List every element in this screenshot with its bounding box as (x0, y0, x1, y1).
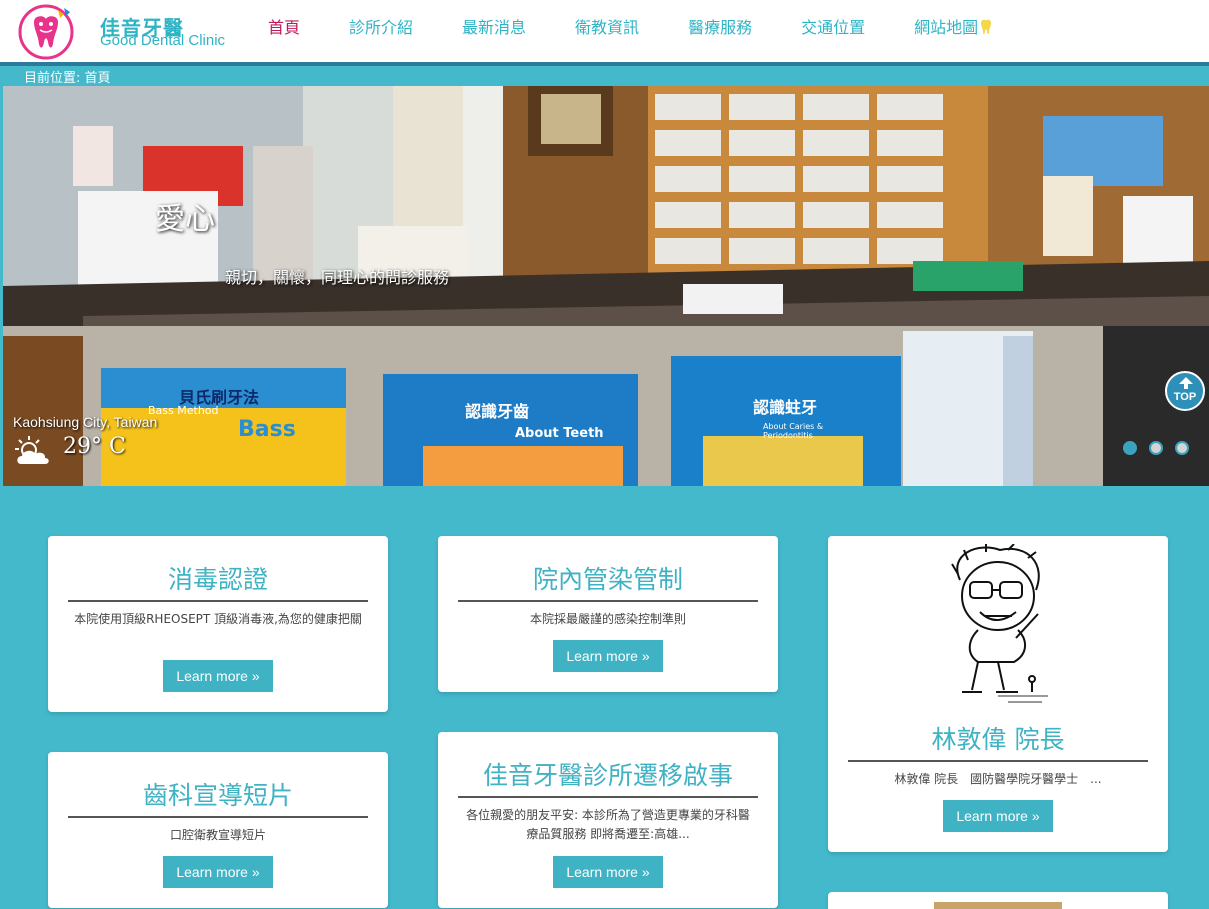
card-text: 口腔衛教宣導短片 (169, 828, 266, 842)
director-caricature-image (938, 544, 1060, 710)
breadcrumb-bar: 目前位置: 首頁 (0, 66, 1209, 86)
main-nav: 首頁 診所介紹 最新消息 衛教資訊 醫療服務 交通位置 網站地圖 (252, 0, 1025, 58)
nav-clinic-intro[interactable]: 診所介紹 (333, 0, 446, 58)
nav-transportation[interactable]: 交通位置 (785, 0, 898, 58)
card-disinfection: 消毒認證 本院使用頂級RHEOSEPT 頂級消毒液,為您的健康把關 Learn … (48, 536, 388, 712)
learn-more-button[interactable]: Learn more » (163, 856, 273, 888)
card-title: 院內管染管制 (458, 560, 758, 602)
nav-health-education[interactable]: 衛教資訊 (559, 0, 672, 58)
arrow-up-icon (1179, 377, 1193, 389)
card-text: 各位親愛的朋友平安: 本診所為了營造更專業的牙科醫療品質服務 即將喬遷至:高雄.… (466, 808, 750, 841)
card-partial-image (934, 902, 1062, 909)
card-text: 本院採最嚴謹的感染控制準則 (529, 612, 686, 626)
nav-home[interactable]: 首頁 (252, 0, 333, 58)
partly-cloudy-icon (15, 436, 49, 464)
card-title: 消毒認證 (68, 560, 368, 602)
hero-image (3, 86, 1209, 486)
poster-caries-title: 認識蛀牙 (753, 398, 818, 417)
logo[interactable]: 佳音牙醫 Good Dental Clinic (14, 2, 254, 60)
slider-dot-3[interactable] (1175, 441, 1189, 455)
slider-dots (1123, 441, 1189, 455)
card-title: 佳音牙醫診所遷移啟事 (458, 756, 758, 798)
card-text: 本院使用頂級RHEOSEPT 頂級消毒液,為您的健康把關 (74, 612, 362, 626)
card-infection-control: 院內管染管制 本院採最嚴謹的感染控制準則 Learn more » (438, 536, 778, 692)
hero-slider[interactable]: 貝氏刷牙法 Bass Method Bass 認識牙齒 About Teeth … (3, 86, 1209, 486)
learn-more-button[interactable]: Learn more » (553, 856, 663, 888)
nav-latest-news[interactable]: 最新消息 (446, 0, 559, 58)
card-title: 齒科宣導短片 (68, 776, 368, 818)
site-header: 佳音牙醫 Good Dental Clinic 首頁 診所介紹 最新消息 衛教資… (0, 0, 1209, 62)
nav-medical-services[interactable]: 醫療服務 (672, 0, 785, 58)
card-partial (828, 892, 1168, 909)
hero-caption-title: 愛心 (155, 202, 215, 237)
tooth-logo-icon (18, 4, 74, 60)
poster-about-teeth-title: 認識牙齒 (465, 402, 530, 421)
back-to-top-label: TOP (1173, 391, 1197, 403)
hero-caption-text: 親切，關懷，同理心的問診服務 (225, 268, 450, 287)
poster-bass-method-subtitle: Bass Method (148, 404, 219, 417)
learn-more-button[interactable]: Learn more » (163, 660, 273, 692)
logo-english-name: Good Dental Clinic (100, 32, 226, 49)
slider-dot-2[interactable] (1149, 441, 1163, 455)
nav-sitemap-label: 網站地圖 (914, 18, 979, 37)
poster-about-teeth-subtitle: About Teeth (515, 426, 604, 441)
breadcrumb: 目前位置: 首頁 (24, 71, 111, 86)
slider-dot-1[interactable] (1123, 441, 1137, 455)
tooth-bulb-icon (981, 19, 992, 35)
card-text: 林敦偉 院長 國防醫學院牙醫學士 ... (894, 772, 1102, 786)
poster-bass-method-big: Bass (238, 417, 296, 442)
back-to-top-button[interactable]: TOP (1165, 371, 1205, 411)
nav-sitemap[interactable]: 網站地圖 (898, 0, 1025, 58)
card-title: 林敦偉 院長 (848, 720, 1148, 762)
weather-temperature: 29° C (63, 434, 126, 459)
learn-more-button[interactable]: Learn more » (943, 800, 1053, 832)
card-dental-videos: 齒科宣導短片 口腔衛教宣導短片 Learn more » (48, 752, 388, 908)
card-relocation-notice: 佳音牙醫診所遷移啟事 各位親愛的朋友平安: 本診所為了營造更專業的牙科醫療品質服… (438, 732, 778, 908)
learn-more-button[interactable]: Learn more » (553, 640, 663, 672)
poster-caries-subtitle: About Caries & Periodontitis (763, 422, 824, 440)
card-director: 林敦偉 院長 林敦偉 院長 國防醫學院牙醫學士 ... Learn more » (828, 536, 1168, 852)
weather-city: Kaohsiung City, Taiwan (13, 414, 158, 430)
